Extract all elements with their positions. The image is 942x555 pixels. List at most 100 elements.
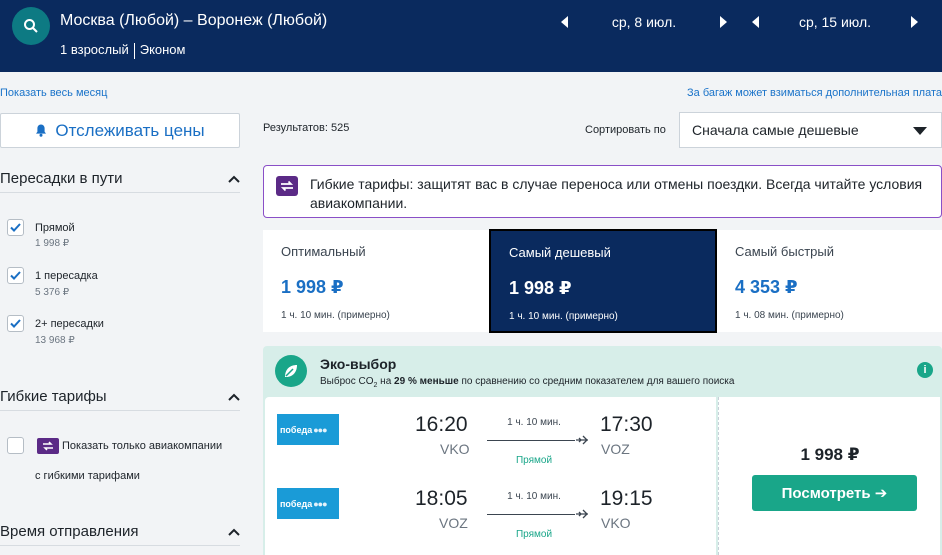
offer-price: 1 998 ₽: [800, 445, 860, 464]
flight-legs[interactable]: победа ●●● 16:20 VKO 1 ч. 10 мин. Прямой …: [265, 397, 716, 555]
search-icon: [24, 19, 38, 33]
eco-choice-card: Эко-выбор Выброс CO2 на 29 % меньше по с…: [263, 346, 942, 555]
option-two-plus-stops-price: 13 968 ₽: [35, 335, 75, 346]
date-there[interactable]: ср, 8 июл.: [568, 14, 720, 30]
checkbox-direct[interactable]: [7, 219, 24, 236]
passengers-count: 1 взрослый: [60, 42, 129, 57]
results-count: Результатов: 525: [263, 122, 350, 134]
tab-price: 4 353 ₽: [735, 277, 798, 297]
next-date-back-icon[interactable]: [911, 16, 918, 28]
sort-select[interactable]: Сначала самые дешевые: [679, 112, 942, 148]
info-icon[interactable]: i: [917, 362, 933, 378]
tab-fastest[interactable]: Самый быстрый 4 353 ₽ 1 ч. 08 мин. (прим…: [717, 230, 942, 332]
tab-title: Оптимальный: [281, 244, 366, 259]
prev-date-there-icon[interactable]: [561, 16, 568, 28]
checkbox-two-plus-stops[interactable]: [7, 315, 24, 332]
flex-tariffs-banner-text: Гибкие тарифы: защитят вас в случае пере…: [310, 176, 923, 211]
airline-logo: победа ●●●: [277, 488, 339, 519]
tab-optimal[interactable]: Оптимальный 1 998 ₽ 1 ч. 10 мин. (пример…: [263, 230, 489, 332]
plane-icon: [576, 509, 588, 519]
flex-only-label-line1: Показать только авиакомпании: [62, 440, 223, 452]
airline-name: победа: [280, 498, 313, 509]
date-there-nav: ср, 8 июл.: [561, 12, 727, 32]
tab-title: Самый дешевый: [509, 245, 611, 260]
date-back[interactable]: ср, 15 июл.: [759, 14, 911, 30]
departure-airport: VKO: [440, 441, 470, 457]
tab-cheapest[interactable]: Самый дешевый 1 998 ₽ 1 ч. 10 мин. (прим…: [489, 229, 717, 333]
leaf-icon: [275, 355, 307, 387]
airline-dots: ●●●: [313, 498, 327, 509]
passengers-cabin[interactable]: 1 взрослый Эконом: [60, 42, 185, 59]
route-line: [487, 514, 575, 515]
checkbox-one-stop[interactable]: [7, 267, 24, 284]
filter-flex-header[interactable]: Гибкие тарифы: [0, 383, 240, 411]
flight-duration: 1 ч. 10 мин.: [507, 417, 561, 428]
checkmark-icon: [10, 319, 21, 328]
checkmark-icon: [10, 271, 21, 280]
dropdown-caret-icon: [913, 127, 927, 135]
eco-sub-mid: на: [377, 376, 395, 387]
airline-name: победа: [280, 424, 313, 435]
prev-date-back-icon[interactable]: [752, 16, 759, 28]
sort-selected-value: Сначала самые дешевые: [692, 122, 859, 138]
arrival-airport: VKO: [601, 515, 631, 531]
tab-price: 1 998 ₽: [281, 277, 344, 297]
filter-flex-title: Гибкие тарифы: [0, 388, 107, 405]
chevron-up-icon: [228, 175, 240, 183]
option-one-stop-label: 1 пересадка: [35, 270, 98, 282]
show-month-link[interactable]: Показать весь месяц: [0, 87, 107, 99]
offer-panel: 1 998 ₽ Посмотреть ➔: [718, 397, 940, 555]
track-prices-label: Отслеживать цены: [55, 120, 205, 140]
baggage-fee-link[interactable]: За багаж может взиматься дополнительная …: [687, 87, 942, 99]
route-line: [487, 440, 575, 441]
chevron-up-icon: [228, 393, 240, 401]
sort-label: Сортировать по: [585, 124, 666, 136]
departure-airport: VOZ: [439, 515, 468, 531]
flex-tariffs-banner: Гибкие тарифы: защитят вас в случае пере…: [263, 165, 942, 218]
flight-duration: 1 ч. 10 мин.: [507, 491, 561, 502]
filter-departure-title: Время отправления: [0, 523, 139, 540]
option-direct-label: Прямой: [35, 222, 75, 234]
plane-icon: [576, 435, 588, 445]
eco-title: Эко-выбор: [320, 356, 397, 372]
tab-duration: 1 ч. 10 мин. (примерно): [509, 311, 618, 322]
filter-departure-header[interactable]: Время отправления: [0, 518, 240, 546]
filter-stops-header[interactable]: Пересадки в пути: [0, 165, 240, 193]
checkmark-icon: [10, 223, 21, 232]
cabin-class: Эконом: [139, 42, 186, 57]
arrival-time: 17:30: [600, 413, 653, 436]
bell-icon: [36, 124, 47, 137]
date-back-nav: ср, 15 июл.: [752, 12, 918, 32]
next-date-there-icon[interactable]: [720, 16, 727, 28]
option-two-plus-stops-label: 2+ пересадки: [35, 318, 104, 330]
flight-type: Прямой: [515, 455, 553, 466]
tab-duration: 1 ч. 08 мин. (примерно): [735, 310, 844, 321]
eco-subtitle: Выброс CO2 на 29 % меньше по сравнению с…: [320, 376, 734, 389]
route-title[interactable]: Москва (Любой) – Воронеж (Любой): [60, 12, 327, 30]
view-offer-button[interactable]: Посмотреть ➔: [752, 475, 917, 511]
search-button[interactable]: [12, 7, 50, 45]
tab-duration: 1 ч. 10 мин. (примерно): [281, 310, 390, 321]
filter-stops-title: Пересадки в пути: [0, 170, 123, 187]
option-direct-price: 1 998 ₽: [35, 238, 70, 249]
arrival-airport: VOZ: [601, 441, 630, 457]
flex-only-label-line2: с гибкими тарифами: [35, 470, 140, 482]
flight-type: Прямой: [515, 529, 553, 540]
departure-time: 18:05: [415, 487, 468, 510]
option-one-stop-price: 5 376 ₽: [35, 287, 70, 298]
tariff-tabs: Оптимальный 1 998 ₽ 1 ч. 10 мин. (пример…: [263, 229, 942, 333]
tab-price: 1 998 ₽: [509, 278, 572, 298]
arrival-time: 19:15: [600, 487, 653, 510]
divider: [133, 42, 135, 59]
flex-tariff-icon: [37, 438, 59, 454]
flex-tariff-icon: [276, 176, 298, 196]
eco-sub-suffix: по сравнению со средним показателем для …: [458, 376, 735, 387]
eco-sub-bold: 29 % меньше: [394, 376, 459, 387]
eco-sub-prefix: Выброс CO: [320, 376, 374, 387]
departure-time: 16:20: [415, 413, 468, 436]
track-prices-button[interactable]: Отслеживать цены: [0, 113, 240, 148]
tab-title: Самый быстрый: [735, 244, 834, 259]
airline-logo: победа ●●●: [277, 414, 339, 445]
chevron-up-icon: [228, 528, 240, 536]
checkbox-flex-only[interactable]: [7, 437, 24, 454]
